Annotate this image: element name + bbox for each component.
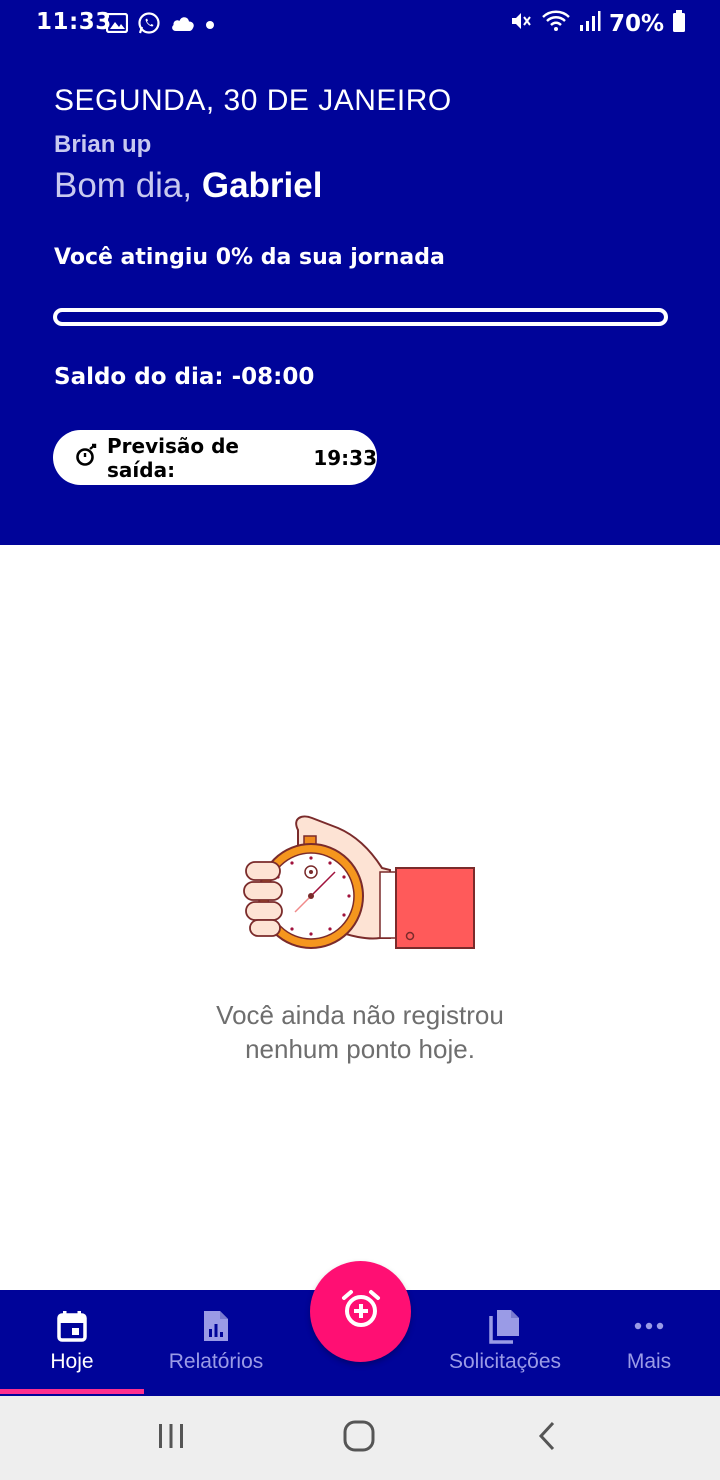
nav-item-mais[interactable]: Mais <box>578 1290 720 1396</box>
journey-progress-bar <box>53 308 668 326</box>
report-icon <box>202 1308 230 1344</box>
user-name: Gabriel <box>201 166 323 205</box>
home-button[interactable] <box>343 1418 375 1458</box>
status-bar: 11:33 70% <box>0 0 720 46</box>
exit-forecast-label: Previsão de saída: <box>107 433 239 482</box>
battery-icon <box>672 9 686 38</box>
gallery-icon <box>105 12 129 38</box>
back-button[interactable] <box>536 1418 558 1458</box>
nav-label-hoje: Hoje <box>50 1350 94 1373</box>
stopwatch-icon <box>75 443 99 472</box>
exit-forecast-pill: Previsão de saída: 19:33 <box>53 430 377 485</box>
date-heading: SEGUNDA, 30 DE JANEIRO <box>54 84 452 117</box>
alarm-add-icon <box>341 1289 381 1334</box>
nav-label-mais: Mais <box>626 1350 672 1373</box>
whatsapp-icon <box>137 11 161 40</box>
calendar-icon <box>57 1308 87 1344</box>
battery-level: 70% <box>608 10 664 37</box>
nav-item-relatorios[interactable]: Relatórios <box>144 1290 288 1396</box>
recent-apps-icon <box>156 1422 186 1455</box>
day-balance: Saldo do dia: -08:00 <box>54 364 315 390</box>
more-icon <box>634 1308 664 1344</box>
status-right-icons: 70% <box>509 9 686 38</box>
cloud-icon <box>170 13 196 38</box>
journey-progress-text: Você atingiu 0% da sua jornada <box>54 245 445 270</box>
home-icon <box>343 1420 375 1457</box>
system-navigation-bar <box>0 1396 720 1480</box>
status-time: 11:33 <box>36 9 112 35</box>
back-icon <box>537 1420 557 1457</box>
empty-state-line-2: nenhum ponto hoje. <box>245 1034 475 1064</box>
signal-icon <box>579 10 601 37</box>
dot-icon <box>205 17 215 35</box>
empty-state-message: Você ainda não registrou nenhum ponto ho… <box>110 998 610 1066</box>
nav-label-relatorios: Relatórios <box>168 1350 264 1373</box>
recent-apps-button[interactable] <box>156 1418 186 1458</box>
mute-icon <box>509 9 533 38</box>
empty-state-line-1: Você ainda não registrou <box>216 1000 504 1030</box>
company-name: Brian up <box>54 131 152 158</box>
register-punch-button[interactable] <box>310 1261 411 1362</box>
greeting-prefix: Bom dia, <box>54 166 193 205</box>
greeting: Bom dia, Gabriel <box>54 166 322 206</box>
nav-label-solicitacoes: Solicitações <box>448 1350 562 1373</box>
hand-stopwatch-illustration <box>240 810 480 960</box>
wifi-icon <box>541 9 571 38</box>
status-left-icons <box>105 11 215 40</box>
documents-icon <box>489 1308 521 1344</box>
exit-forecast-time: 19:33 <box>313 445 377 470</box>
nav-item-solicitacoes[interactable]: Solicitações <box>432 1290 578 1396</box>
active-tab-indicator <box>0 1389 144 1394</box>
header: 11:33 70% SEGUNDA, 30 DE JANEIRO Brian u… <box>0 0 720 545</box>
nav-item-hoje[interactable]: Hoje <box>0 1290 144 1396</box>
